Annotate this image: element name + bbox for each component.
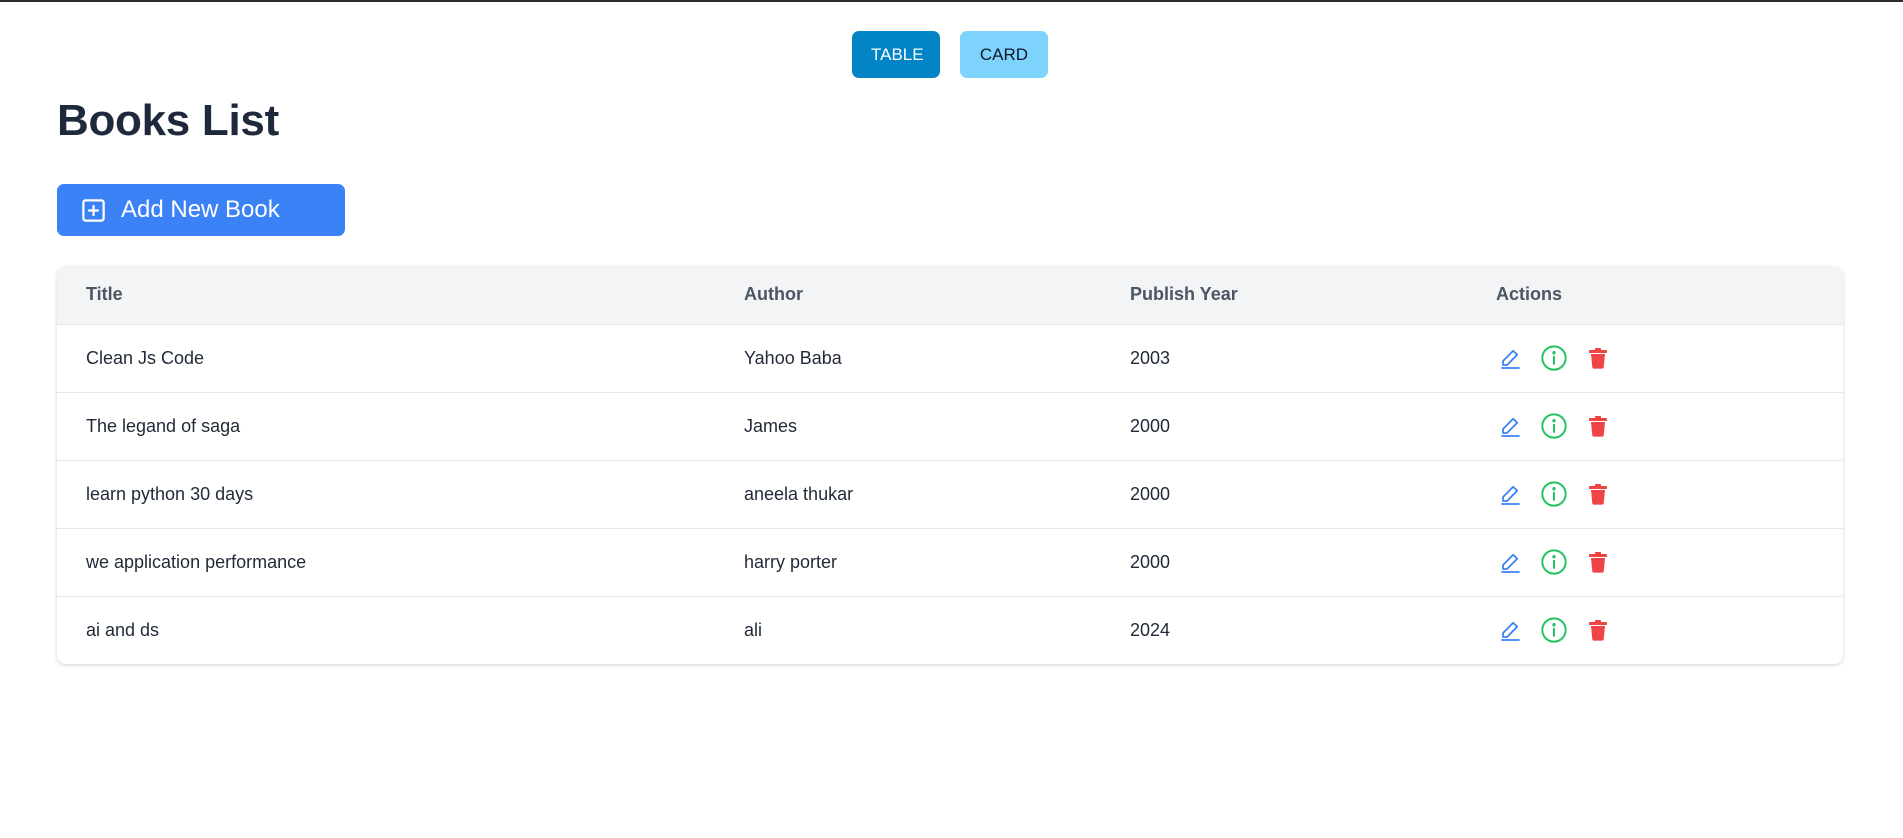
view-toggle: TABLE CARD	[852, 31, 1048, 78]
book-year-cell: 2024	[1130, 619, 1171, 640]
info-circle-icon	[1541, 413, 1567, 439]
book-info-button[interactable]	[1540, 616, 1568, 644]
trash-icon	[1589, 484, 1607, 505]
book-info-button[interactable]	[1540, 548, 1568, 576]
header-title: Title	[86, 284, 123, 305]
plus-square-icon	[82, 198, 105, 222]
book-author-cell: harry porter	[744, 551, 838, 572]
add-new-book-button[interactable]: Add New Book	[57, 184, 345, 236]
actions-cell	[1467, 392, 1843, 460]
pencil-icon	[1501, 349, 1520, 369]
info-circle-icon	[1541, 549, 1567, 575]
edit-book-button[interactable]	[1496, 344, 1524, 372]
table-row: learn python 30 days aneela thukar 2000	[57, 460, 1843, 528]
delete-book-button[interactable]	[1584, 412, 1612, 440]
book-info-button[interactable]	[1540, 344, 1568, 372]
book-title-cell: we application performance	[86, 551, 307, 572]
table-row: Clean Js Code Yahoo Baba 2003	[57, 324, 1843, 392]
pencil-icon	[1501, 417, 1520, 437]
trash-icon	[1589, 348, 1607, 369]
delete-book-button[interactable]	[1584, 344, 1612, 372]
book-author-cell: ali	[744, 619, 763, 640]
page-title: Books List	[57, 96, 279, 145]
book-author-cell: aneela thukar	[744, 483, 854, 504]
book-title-cell: Clean Js Code	[86, 347, 205, 368]
actions-cell	[1467, 528, 1843, 596]
edit-book-button[interactable]	[1496, 548, 1524, 576]
book-title-cell: The legand of saga	[86, 415, 241, 436]
table-row: The legand of saga James 2000	[57, 392, 1843, 460]
trash-icon	[1589, 416, 1607, 437]
book-year-cell: 2000	[1130, 551, 1171, 572]
trash-icon	[1589, 620, 1607, 641]
book-author-cell: Yahoo Baba	[744, 347, 842, 368]
actions-cell	[1467, 596, 1843, 664]
delete-book-button[interactable]	[1584, 480, 1612, 508]
actions-cell	[1467, 460, 1843, 528]
card-view-button[interactable]: CARD	[960, 31, 1048, 78]
book-year-cell: 2000	[1130, 415, 1171, 436]
book-title-cell: ai and ds	[86, 619, 160, 640]
window-top-edge	[0, 0, 1903, 2]
info-circle-icon	[1541, 617, 1567, 643]
book-year-cell: 2003	[1130, 347, 1171, 368]
book-author-cell: James	[744, 415, 798, 436]
add-new-book-label: Add New Book	[121, 196, 280, 223]
delete-book-button[interactable]	[1584, 616, 1612, 644]
pencil-icon	[1501, 485, 1520, 505]
edit-book-button[interactable]	[1496, 412, 1524, 440]
book-year-cell: 2000	[1130, 483, 1171, 504]
books-table: Title Author Publish Year Actions Clean …	[57, 266, 1843, 664]
edit-book-button[interactable]	[1496, 480, 1524, 508]
pencil-icon	[1501, 622, 1520, 642]
table-row: ai and ds ali 2024	[57, 596, 1843, 664]
info-circle-icon	[1541, 345, 1567, 371]
header-actions: Actions	[1496, 284, 1563, 305]
header-publish-year: Publish Year	[1130, 284, 1238, 305]
edit-book-button[interactable]	[1496, 616, 1524, 644]
table-row: we application performance harry porter …	[57, 528, 1843, 596]
delete-book-button[interactable]	[1584, 548, 1612, 576]
book-info-button[interactable]	[1540, 480, 1568, 508]
pencil-icon	[1501, 553, 1520, 573]
table-header-row: Title Author Publish Year Actions	[57, 266, 1843, 324]
book-info-button[interactable]	[1540, 412, 1568, 440]
info-circle-icon	[1541, 481, 1567, 507]
actions-cell	[1467, 324, 1843, 392]
book-title-cell: learn python 30 days	[86, 483, 254, 504]
table-view-button[interactable]: TABLE	[852, 31, 940, 78]
trash-icon	[1589, 552, 1607, 573]
header-author: Author	[744, 284, 803, 305]
